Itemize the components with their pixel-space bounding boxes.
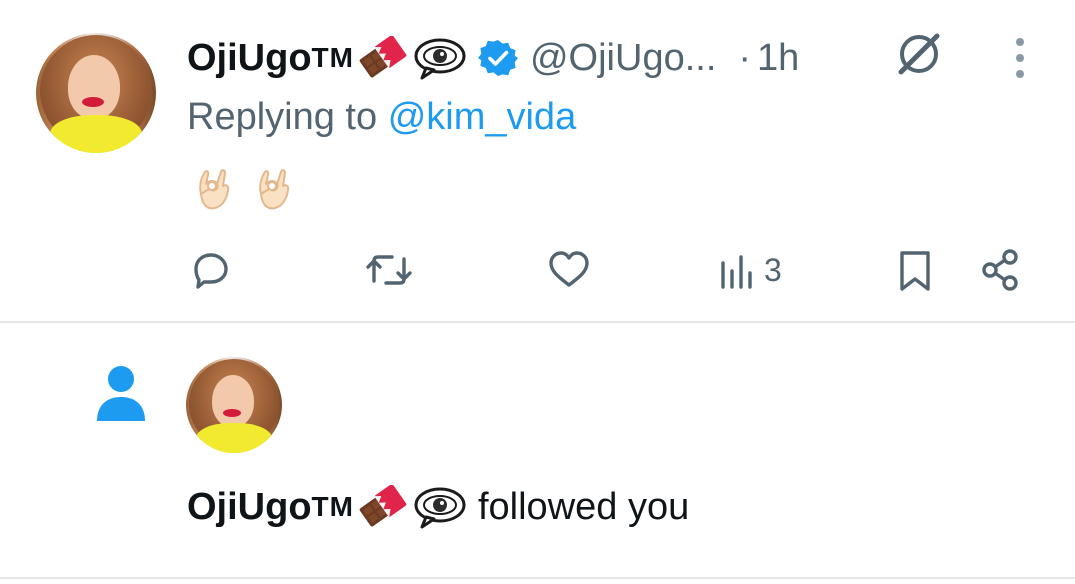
tweet-actions: 3 bbox=[0, 246, 1075, 296]
retweet-button[interactable] bbox=[364, 246, 414, 294]
bookmark-button[interactable] bbox=[895, 246, 935, 294]
bookmark-icon bbox=[900, 251, 930, 291]
display-name[interactable]: OjiUgo bbox=[187, 486, 312, 529]
trademark-text: TM bbox=[311, 491, 354, 522]
heart-icon bbox=[549, 251, 589, 287]
grok-icon[interactable] bbox=[893, 28, 945, 80]
follow-message: OjiUgo TM followed you bbox=[187, 479, 689, 535]
replying-mention-link[interactable]: @kim_vida bbox=[388, 96, 577, 138]
trademark-text: TM bbox=[311, 42, 354, 73]
retweet-icon bbox=[366, 255, 412, 285]
tweet-card[interactable]: OjiUgo TM @OjiUgo... · 1h Replying to @k… bbox=[0, 0, 1075, 321]
handle[interactable]: @OjiUgo... bbox=[530, 37, 716, 80]
tweet-body bbox=[193, 164, 293, 212]
views-count: 3 bbox=[764, 251, 782, 288]
follow-notification[interactable]: OjiUgo TM followed you bbox=[0, 323, 1075, 578]
eye-in-speech-bubble-icon bbox=[414, 487, 466, 529]
timestamp[interactable]: 1h bbox=[757, 37, 799, 80]
like-button[interactable] bbox=[546, 246, 592, 294]
verified-badge-icon[interactable] bbox=[477, 38, 518, 78]
share-button[interactable] bbox=[978, 246, 1024, 294]
separator-dot: · bbox=[738, 36, 752, 79]
reply-icon bbox=[194, 253, 228, 289]
tweet-header: OjiUgo TM @OjiUgo... · 1h bbox=[187, 30, 799, 86]
eye-in-speech-bubble-icon bbox=[414, 38, 466, 80]
person-icon bbox=[97, 366, 145, 421]
avatar[interactable] bbox=[36, 33, 156, 153]
replying-prefix: Replying to bbox=[187, 96, 378, 138]
ok-hand-icon bbox=[199, 169, 230, 210]
divider bbox=[0, 577, 1075, 579]
views-button[interactable]: 3 bbox=[718, 246, 782, 294]
replying-to: Replying to @kim_vida bbox=[187, 96, 576, 139]
more-options-icon[interactable] bbox=[1008, 36, 1032, 80]
views-chart-icon bbox=[721, 255, 752, 289]
follow-message-text: followed you bbox=[477, 485, 690, 528]
chocolate-bar-icon bbox=[359, 36, 407, 78]
ok-hand-icon bbox=[259, 169, 290, 210]
chocolate-bar-icon bbox=[359, 485, 407, 527]
avatar[interactable] bbox=[186, 357, 282, 453]
display-name[interactable]: OjiUgo bbox=[187, 37, 312, 80]
share-icon bbox=[982, 249, 1018, 291]
reply-button[interactable] bbox=[188, 246, 234, 294]
